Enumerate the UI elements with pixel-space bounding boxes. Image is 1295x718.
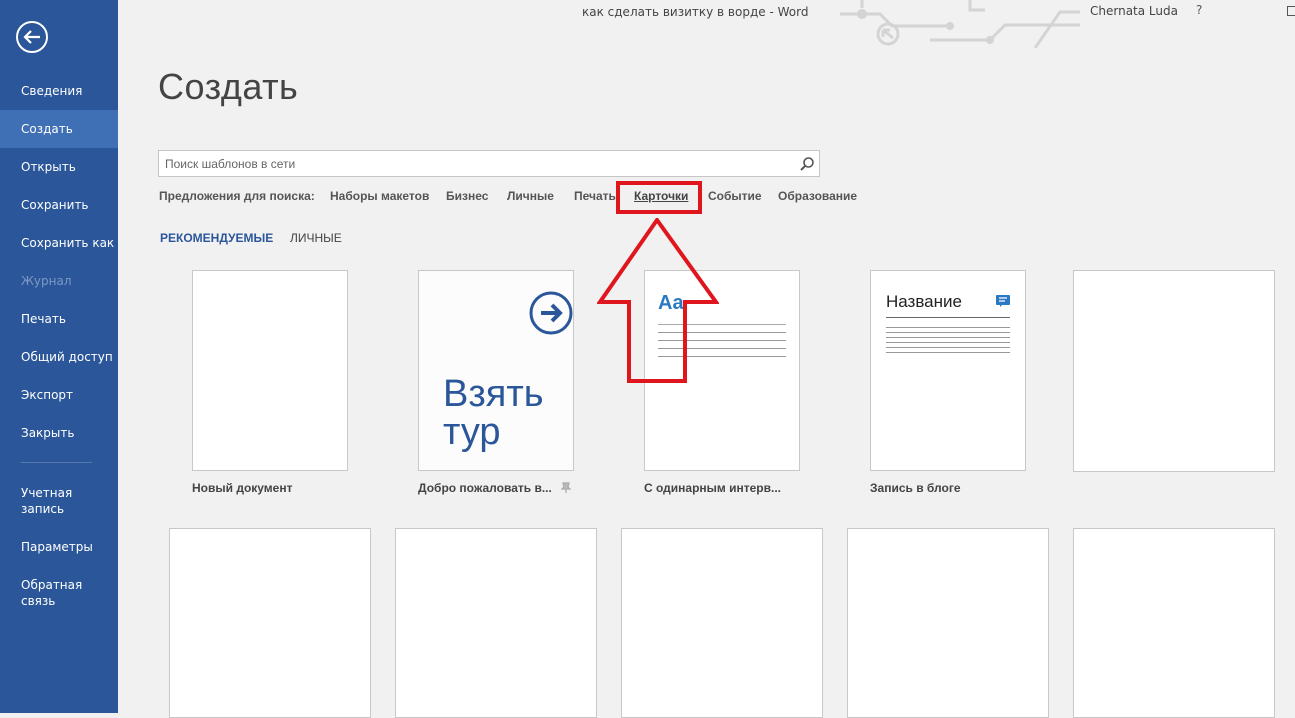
sidebar-item-save[interactable]: Сохранить [0, 186, 118, 224]
preview-line [886, 327, 1010, 328]
preview-line [886, 347, 1010, 348]
sidebar-item-close[interactable]: Закрыть [0, 414, 118, 452]
tab-featured[interactable]: РЕКОМЕНДУЕМЫЕ [160, 231, 273, 245]
template-take-tour[interactable]: Взять тур [418, 270, 574, 471]
annotation-arrow-up-icon [597, 218, 719, 383]
sidebar-item-info[interactable]: Сведения [0, 72, 118, 110]
blog-preview-title: Название [886, 292, 962, 311]
sidebar-item-account[interactable]: Учетная запись [0, 478, 118, 524]
suggestion-education[interactable]: Образование [778, 189, 857, 203]
back-button[interactable] [16, 21, 48, 53]
blog-icon [996, 295, 1010, 307]
sidebar-item-options[interactable]: Параметры [0, 528, 118, 566]
sidebar-item-feedback[interactable]: Обратная связь [0, 570, 118, 616]
user-name[interactable]: Chernata Luda [1090, 4, 1178, 18]
search-input[interactable] [159, 151, 801, 176]
tab-personal[interactable]: ЛИЧНЫЕ [290, 231, 342, 245]
pin-icon[interactable] [561, 482, 571, 494]
suggestion-print[interactable]: Печать [574, 189, 616, 203]
arrow-right-circle-icon [529, 291, 573, 335]
template-thumbnail[interactable] [847, 528, 1049, 718]
page-title: Создать [158, 66, 299, 107]
preview-line [886, 332, 1010, 333]
search-icon[interactable] [799, 156, 815, 172]
preview-line [886, 342, 1010, 343]
template-search-box [158, 150, 820, 177]
preview-line [886, 317, 1010, 318]
sidebar-item-share[interactable]: Общий доступ [0, 338, 118, 376]
preview-line [886, 352, 1010, 353]
window-title: как сделать визитку в ворде - Word [582, 5, 809, 19]
template-thumbnail[interactable] [395, 528, 597, 718]
preview-line [886, 337, 1010, 338]
annotation-highlight-box [616, 181, 702, 214]
suggestions-label: Предложения для поиска: [159, 189, 315, 203]
sidebar-divider [21, 462, 92, 463]
template-blank-document[interactable] [192, 270, 348, 471]
sidebar-item-export[interactable]: Экспорт [0, 376, 118, 414]
sidebar-item-open[interactable]: Открыть [0, 148, 118, 186]
template-caption: С одинарным интерв... [644, 481, 782, 495]
arrow-left-icon [23, 30, 40, 44]
backstage-sidebar: Сведения Создать Открыть Сохранить Сохра… [0, 0, 118, 713]
template-blog-post[interactable]: Название [870, 270, 1026, 471]
template-thumbnail[interactable] [169, 528, 371, 718]
suggestion-personal[interactable]: Личные [507, 189, 554, 203]
template-thumbnail[interactable] [621, 528, 823, 718]
restore-button[interactable] [1287, 6, 1295, 16]
template-caption: Новый документ [192, 481, 293, 495]
circuit-decoration [840, 0, 1080, 48]
sidebar-item-history: Журнал [21, 274, 72, 288]
template-caption: Запись в блоге [870, 481, 961, 495]
template-caption: Добро пожаловать в... [418, 481, 552, 495]
suggestion-event[interactable]: Событие [708, 189, 762, 203]
tour-preview-text: Взять тур [443, 373, 544, 453]
template-thumbnail[interactable] [1073, 528, 1275, 718]
help-button[interactable]: ? [1196, 3, 1202, 17]
template-thumbnail[interactable] [1073, 270, 1275, 472]
sidebar-item-print[interactable]: Печать [0, 300, 118, 338]
suggestion-layouts[interactable]: Наборы макетов [330, 189, 429, 203]
sidebar-item-new[interactable]: Создать [0, 110, 118, 148]
suggestion-business[interactable]: Бизнес [446, 189, 488, 203]
sidebar-item-save-as[interactable]: Сохранить как [0, 224, 118, 262]
